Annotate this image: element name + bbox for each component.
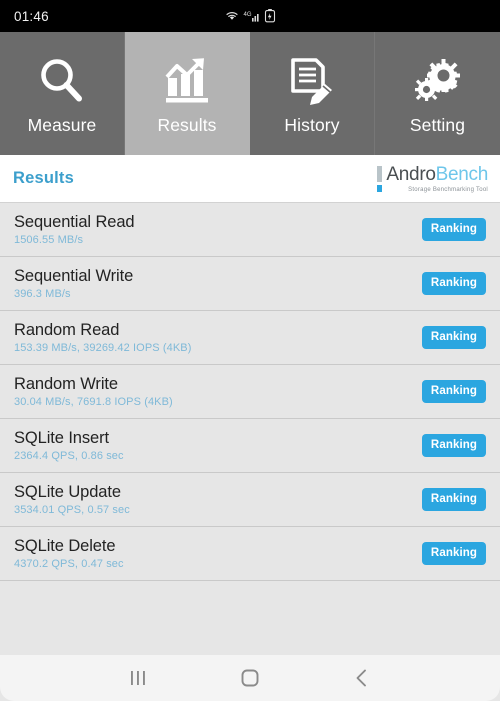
result-value: 396.3 MB/s: [14, 288, 71, 300]
result-name: Random Write: [14, 375, 118, 393]
ranking-button[interactable]: Ranking: [421, 217, 486, 242]
logo-mark-icon: [377, 165, 383, 192]
ranking-button[interactable]: Ranking: [421, 379, 486, 404]
logo-name-andro: Andro: [386, 163, 436, 185]
result-value: 30.04 MB/s, 7691.8 IOPS (4KB): [14, 396, 173, 408]
result-value: 1506.55 MB/s: [14, 234, 84, 246]
phone-screen: 01:46 4G Measure Results History Setting…: [0, 0, 500, 701]
page-title: Results: [13, 169, 75, 187]
table-row[interactable]: Sequential Write 396.3 MB/s Ranking: [0, 257, 500, 311]
tab-history-label: History: [284, 115, 340, 135]
tab-measure[interactable]: Measure: [0, 32, 125, 155]
tab-setting-label: Setting: [409, 115, 466, 135]
system-nav-bar: [0, 655, 500, 701]
battery-icon: [264, 9, 276, 23]
status-bar-clock: 01:46: [14, 8, 49, 24]
tab-setting[interactable]: Setting: [375, 32, 500, 155]
result-value: 4370.2 QPS, 0.47 sec: [14, 558, 124, 570]
table-row[interactable]: Random Read 153.39 MB/s, 39269.42 IOPS (…: [0, 311, 500, 365]
result-value: 153.39 MB/s, 39269.42 IOPS (4KB): [14, 342, 192, 354]
ranking-button[interactable]: Ranking: [421, 271, 486, 296]
logo-tagline: Storage Benchmarking Tool: [408, 186, 488, 193]
logo-name-bench: Bench: [435, 163, 489, 185]
result-name: Sequential Write: [14, 267, 134, 285]
results-header: Results AndroBench Storage Benchmarking …: [0, 155, 500, 203]
tab-results-label: Results: [157, 115, 217, 135]
list-empty-area: [0, 581, 500, 655]
result-name: Sequential Read: [14, 213, 135, 231]
tab-results[interactable]: Results: [125, 32, 250, 155]
ranking-button[interactable]: Ranking: [421, 541, 486, 566]
gears-icon: [413, 55, 463, 107]
tab-measure-label: Measure: [27, 115, 97, 135]
result-value: 3534.01 QPS, 0.57 sec: [14, 504, 130, 516]
tab-history[interactable]: History: [250, 32, 375, 155]
status-bar: 01:46 4G: [0, 0, 500, 32]
svg-text:4G: 4G: [244, 12, 252, 18]
result-value: 2364.4 QPS, 0.86 sec: [14, 450, 124, 462]
result-name: SQLite Insert: [14, 429, 109, 447]
result-name: SQLite Delete: [14, 537, 116, 555]
signal-4g-icon: 4G: [244, 10, 261, 23]
bar-chart-arrow-icon: [162, 55, 212, 107]
status-bar-icons: 4G: [225, 9, 276, 23]
table-row[interactable]: SQLite Delete 4370.2 QPS, 0.47 sec Ranki…: [0, 527, 500, 581]
back-icon: [353, 668, 371, 688]
result-name: Random Read: [14, 321, 120, 339]
document-pencil-icon: [287, 55, 337, 107]
recents-icon: [128, 669, 148, 687]
magnifier-icon: [36, 55, 88, 107]
androbench-logo: AndroBench Storage Benchmarking Tool: [377, 165, 488, 193]
results-list: Sequential Read 1506.55 MB/s Ranking Seq…: [0, 203, 500, 655]
table-row[interactable]: Sequential Read 1506.55 MB/s Ranking: [0, 203, 500, 257]
result-name: SQLite Update: [14, 483, 121, 501]
recents-button[interactable]: [82, 655, 194, 701]
ranking-button[interactable]: Ranking: [421, 325, 486, 350]
table-row[interactable]: SQLite Update 3534.01 QPS, 0.57 sec Rank…: [0, 473, 500, 527]
home-button[interactable]: [194, 655, 306, 701]
table-row[interactable]: SQLite Insert 2364.4 QPS, 0.86 sec Ranki…: [0, 419, 500, 473]
home-icon: [240, 668, 260, 688]
ranking-button[interactable]: Ranking: [421, 433, 486, 458]
table-row[interactable]: Random Write 30.04 MB/s, 7691.8 IOPS (4K…: [0, 365, 500, 419]
wifi-icon: [225, 10, 240, 22]
ranking-button[interactable]: Ranking: [421, 487, 486, 512]
back-button[interactable]: [306, 655, 418, 701]
tab-bar: Measure Results History Setting: [0, 32, 500, 155]
